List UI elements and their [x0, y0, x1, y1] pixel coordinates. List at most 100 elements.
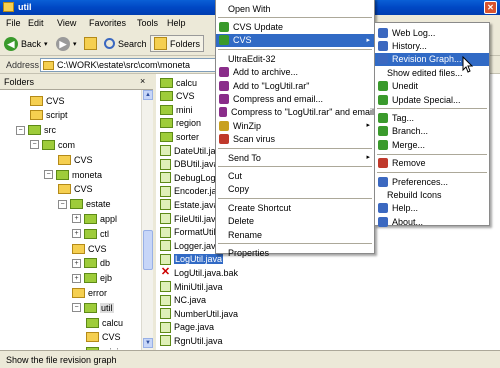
folder-icon	[72, 243, 85, 254]
menu-item[interactable]: Rename	[216, 228, 374, 241]
menu-item-label: Help...	[392, 203, 419, 214]
menu-item-label: CVS Update	[233, 21, 284, 32]
menu-item[interactable]: Branch...	[375, 125, 489, 138]
file-list-item[interactable]: NumberUtil.java	[160, 307, 238, 320]
menu-item[interactable]: Properties	[216, 246, 374, 259]
file-list-item[interactable]: region	[160, 117, 201, 130]
tree-item[interactable]: script	[30, 109, 68, 122]
tree-item[interactable]: − util	[72, 301, 114, 314]
tree-item[interactable]: + ctl	[72, 227, 109, 240]
file-list-item[interactable]: DBUtil.java	[160, 158, 219, 171]
menu-item[interactable]: CVS Update	[216, 20, 374, 33]
menu-item[interactable]: Open With	[216, 2, 374, 15]
tree-item[interactable]: − estate	[58, 198, 111, 211]
file-list-item[interactable]: CVS	[160, 90, 195, 103]
file-list-item[interactable]: MiniUtil.java	[160, 280, 223, 293]
tree-item[interactable]: − com	[30, 138, 75, 151]
back-button[interactable]: ◀ Back ▾	[4, 35, 48, 52]
menu-help[interactable]: Help	[167, 18, 186, 28]
scroll-thumb[interactable]	[143, 230, 153, 270]
menu-view[interactable]: View	[57, 18, 76, 28]
folders-button[interactable]: Folders	[150, 35, 205, 52]
menu-item[interactable]: Help...	[375, 202, 489, 215]
menu-item[interactable]: CVS ▸	[216, 33, 374, 47]
collapse-icon[interactable]: −	[44, 170, 53, 179]
folder-icon	[30, 110, 43, 121]
file-list-item[interactable]: ✕ LogUtil.java.bak	[160, 266, 238, 279]
file-name: DebugLog.j	[174, 172, 221, 183]
menu-item[interactable]: UltraEdit-32	[216, 52, 374, 65]
up-folder-button[interactable]	[84, 35, 100, 52]
menu-item[interactable]: About...	[375, 215, 489, 228]
menu-item[interactable]: Compress to "LogUtil.rar" and email	[216, 106, 374, 119]
address-field[interactable]: C:\WORK\estate\src\com\moneta	[40, 58, 218, 72]
forward-button[interactable]: ▶ ▾	[56, 35, 77, 52]
menu-item[interactable]: Send To ▸	[216, 151, 374, 164]
tree-item[interactable]: calcu	[86, 316, 123, 329]
search-button[interactable]: Search	[104, 35, 147, 52]
tree-item[interactable]: error	[72, 286, 107, 299]
expand-icon[interactable]: +	[72, 214, 81, 224]
menu-item[interactable]: Rebuild Icons	[375, 188, 489, 201]
menu-item[interactable]: Copy	[216, 183, 374, 196]
collapse-icon[interactable]: −	[16, 125, 25, 135]
menu-item[interactable]: Compress and email...	[216, 92, 374, 105]
menu-file[interactable]: File	[6, 18, 21, 28]
menu-item[interactable]: Add to "LogUtil.rar"	[216, 79, 374, 92]
file-list-item[interactable]: Estate.java	[160, 198, 219, 211]
file-list-item[interactable]: NC.java	[160, 294, 206, 307]
file-list-item[interactable]: RgnUtil.java	[160, 334, 223, 347]
menu-item[interactable]: WinZip ▸	[216, 119, 374, 132]
close-icon[interactable]: ×	[140, 76, 145, 86]
file-list-item[interactable]: Logger.java	[160, 239, 221, 252]
scroll-down-icon[interactable]: ▼	[143, 338, 153, 348]
tree-item[interactable]: + db	[72, 257, 110, 270]
tree-item[interactable]: + ejb	[72, 272, 112, 285]
tree-item[interactable]: CVS	[86, 331, 121, 344]
menu-item[interactable]: Web Log...	[375, 26, 489, 39]
file-list-item[interactable]: Page.java	[160, 321, 214, 334]
collapse-icon[interactable]: −	[58, 199, 67, 209]
tree-scrollbar[interactable]: ▲ ▼	[141, 90, 153, 350]
expand-icon[interactable]: +	[72, 229, 81, 239]
menu-item[interactable]: Tag...	[375, 111, 489, 124]
folder-icon	[160, 77, 173, 88]
tree-item[interactable]: − moneta	[44, 168, 102, 181]
tree-item-label: CVS	[46, 95, 65, 106]
file-list-item[interactable]: mini	[160, 103, 193, 116]
menu-item[interactable]: Create Shortcut	[216, 201, 374, 214]
menu-item[interactable]: Cut	[216, 169, 374, 182]
file-name: Logger.java	[174, 240, 221, 251]
tree-item[interactable]: CVS	[58, 183, 93, 196]
menu-item[interactable]: Unedit	[375, 80, 489, 93]
menu-favorites[interactable]: Favorites	[89, 18, 126, 28]
file-list-item[interactable]: FormatUtil.j	[160, 226, 220, 239]
menu-tools[interactable]: Tools	[137, 18, 158, 28]
file-list-item[interactable]: calcu	[160, 76, 197, 89]
expand-icon[interactable]: +	[72, 273, 81, 283]
menu-item[interactable]: Preferences...	[375, 175, 489, 188]
file-list-item[interactable]: DebugLog.j	[160, 171, 220, 184]
file-list-item[interactable]: LogUtil.java	[160, 253, 224, 266]
menu-item[interactable]: Remove	[375, 157, 489, 170]
close-icon[interactable]: ✕	[484, 1, 497, 14]
expand-icon[interactable]: +	[72, 258, 81, 268]
menu-item[interactable]: History...	[375, 39, 489, 52]
tree-item[interactable]: CVS	[72, 242, 107, 255]
tree-item[interactable]: + appl	[72, 212, 117, 225]
tree-item[interactable]: CVS	[30, 94, 65, 107]
menu-edit[interactable]: Edit	[28, 18, 44, 28]
menu-item[interactable]: Delete	[216, 215, 374, 228]
tree-item[interactable]: CVS	[58, 153, 93, 166]
tree-item[interactable]: − src	[16, 124, 56, 137]
file-list-item[interactable]: sorter	[160, 130, 199, 143]
collapse-icon[interactable]: −	[30, 140, 39, 150]
scroll-up-icon[interactable]: ▲	[143, 90, 153, 100]
menu-item[interactable]: Merge...	[375, 138, 489, 151]
collapse-icon[interactable]: −	[72, 303, 81, 313]
menu-item[interactable]: Update Special...	[375, 93, 489, 106]
menu-item[interactable]: Scan virus	[216, 133, 374, 146]
folder-icon	[84, 258, 97, 269]
file-list-item[interactable]: FileUtil.java	[160, 212, 221, 225]
menu-item[interactable]: Add to archive...	[216, 66, 374, 79]
